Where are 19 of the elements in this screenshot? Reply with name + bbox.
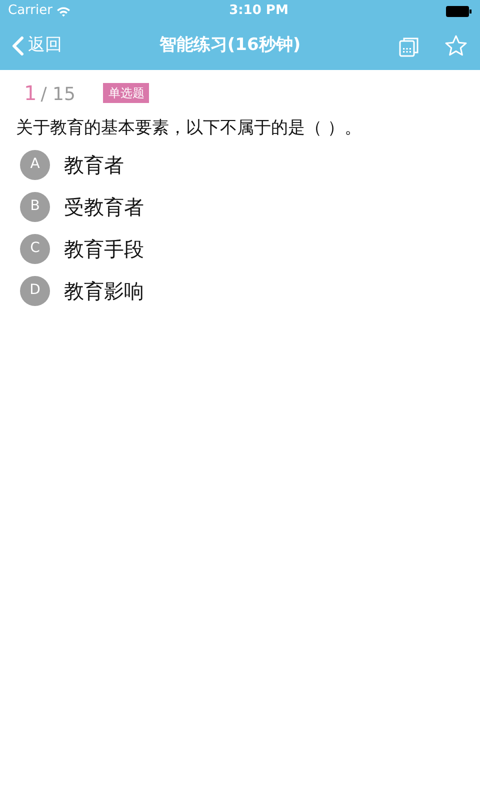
current-number: 1	[24, 80, 37, 107]
answer-option[interactable]: D 教育影响	[20, 276, 464, 306]
question-type-tag: 单选题	[103, 83, 150, 103]
back-chevron-icon	[12, 36, 24, 56]
answer-option[interactable]: C 教育手段	[20, 234, 464, 264]
total-count: / 15	[40, 83, 76, 107]
wifi-icon	[56, 6, 72, 16]
option-letter: D	[20, 276, 50, 306]
answer-option[interactable]: B 受教育者	[20, 192, 464, 222]
answer-option[interactable]: A 教育者	[20, 150, 464, 180]
option-letter: B	[20, 192, 50, 222]
nav-title: 智能练习(16秒钟)	[159, 35, 301, 56]
carrier-label: Carrier	[8, 2, 52, 20]
question-text: 关于教育的基本要素，以下不属于的是（ ）。	[16, 117, 362, 140]
star-icon[interactable]	[444, 34, 468, 58]
option-letter: A	[20, 150, 50, 180]
battery-icon	[446, 6, 472, 16]
option-letter: C	[20, 234, 50, 264]
status-time: 3:10 PM	[229, 2, 288, 20]
